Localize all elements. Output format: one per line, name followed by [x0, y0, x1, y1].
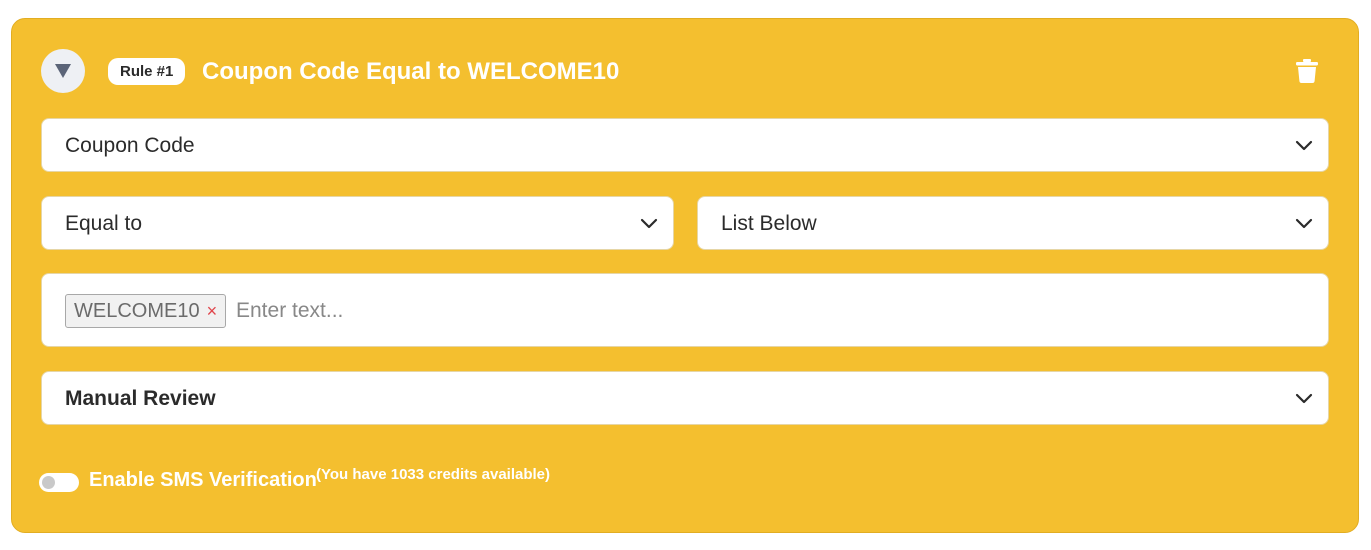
- rule-number-badge: Rule #1: [108, 58, 186, 85]
- rule-title: Coupon Code Equal to WELCOME10: [202, 58, 620, 85]
- trash-icon[interactable]: [1296, 59, 1318, 83]
- field-select[interactable]: Coupon Code: [41, 118, 1329, 172]
- coupon-tag-label: WELCOME10: [74, 299, 200, 322]
- field-select-value: Coupon Code: [65, 134, 195, 157]
- chevron-down-icon: [640, 218, 658, 229]
- collapse-button[interactable]: [41, 49, 85, 93]
- action-select[interactable]: Manual Review: [41, 371, 1329, 425]
- chevron-down-icon: [1295, 218, 1313, 229]
- close-icon[interactable]: ×: [207, 301, 218, 322]
- value-source-select-value: List Below: [721, 212, 817, 235]
- chevron-down-icon: [1295, 140, 1313, 151]
- triangle-down-icon: [55, 64, 71, 78]
- operator-select[interactable]: Equal to: [41, 196, 674, 250]
- rule-card: Rule #1 Coupon Code Equal to WELCOME10 C…: [11, 18, 1359, 533]
- coupon-list-input[interactable]: WELCOME10 ×: [41, 273, 1329, 347]
- action-select-value: Manual Review: [65, 387, 216, 410]
- sms-credits-note: (You have 1033 credits available): [316, 466, 551, 483]
- coupon-tag: WELCOME10 ×: [65, 294, 227, 328]
- chevron-down-icon: [1295, 393, 1313, 404]
- operator-select-value: Equal to: [65, 212, 143, 235]
- value-source-select[interactable]: List Below: [697, 196, 1329, 250]
- toggle-knob: [42, 476, 55, 489]
- sms-verification-toggle[interactable]: [39, 473, 79, 492]
- sms-verification-label: Enable SMS Verification: [89, 469, 317, 491]
- coupon-text-input[interactable]: [236, 296, 936, 326]
